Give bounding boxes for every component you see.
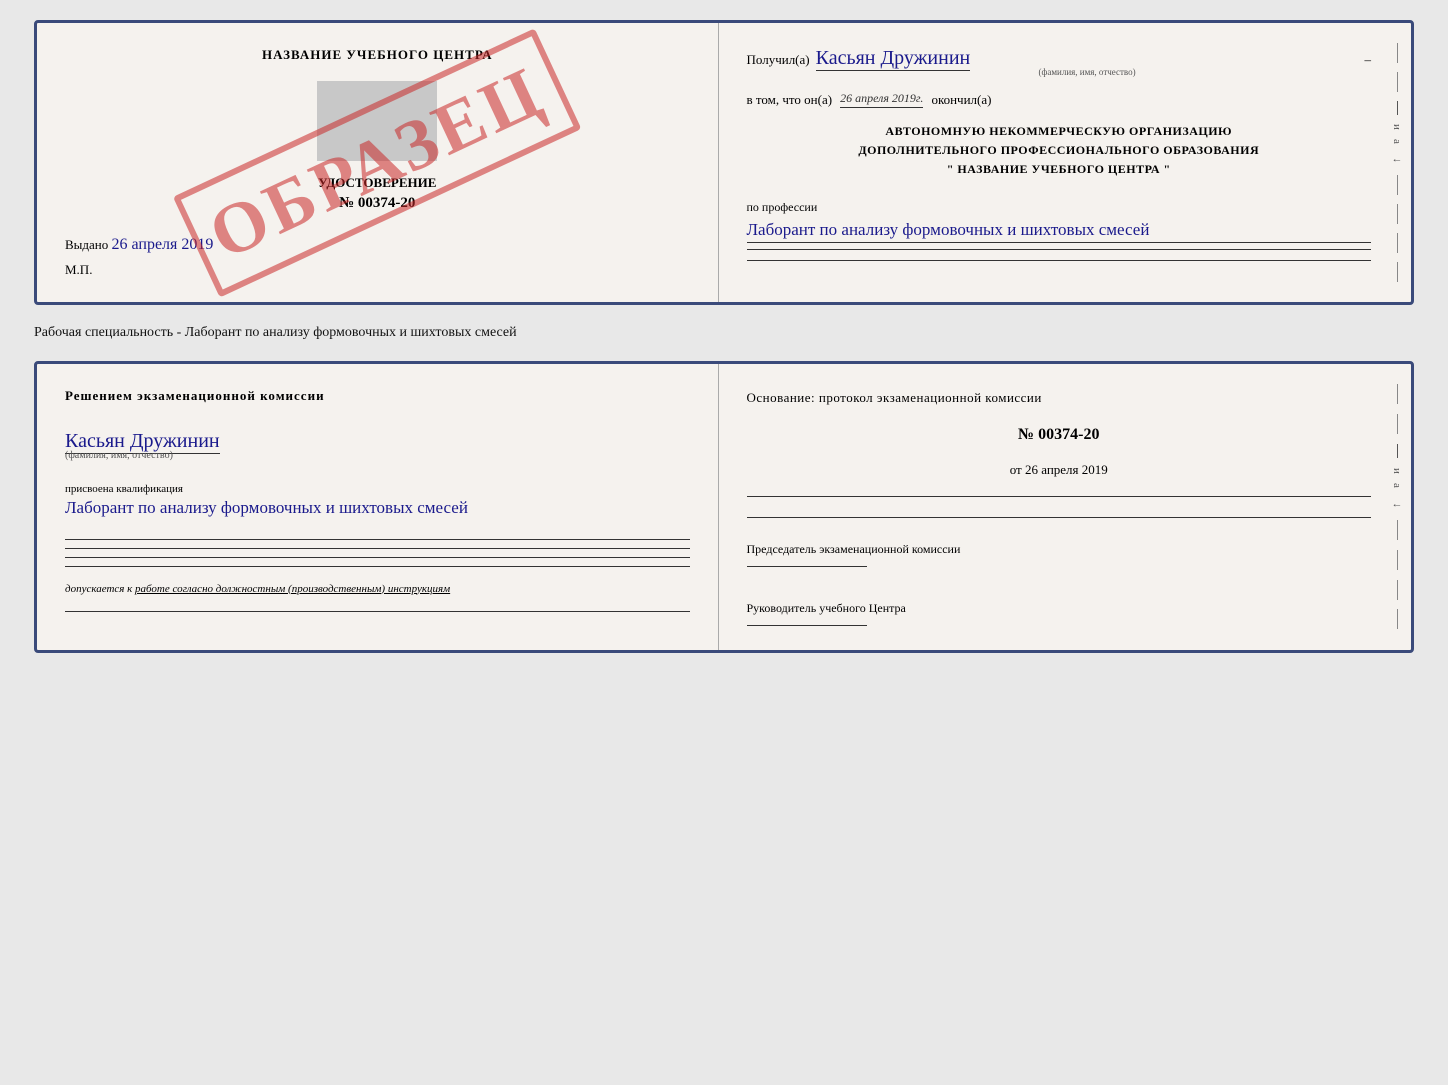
допуск-text: допускается к работе согласно должностны…: [65, 583, 690, 595]
edge-line: [1397, 43, 1398, 63]
issued-date: 26 апреля 2019: [112, 236, 214, 253]
bottom-name-caption: (фамилия, имя, отчество): [65, 450, 690, 461]
page-container: НАЗВАНИЕ УЧЕБНОГО ЦЕНТРА УДОСТОВЕРЕНИЕ №…: [34, 20, 1414, 653]
edge-line: [1397, 444, 1398, 458]
edge-line: [1397, 101, 1398, 115]
head-signature-line: [747, 625, 867, 626]
cert-title: НАЗВАНИЕ УЧЕБНОГО ЦЕНТРА: [262, 47, 493, 63]
edge-text-и2: и: [1391, 468, 1403, 474]
edge-text-и: и: [1391, 124, 1403, 130]
head-section: Руководитель учебного Центра: [747, 599, 1372, 626]
top-doc-right: Получил(а) Касьян Дружинин (фамилия, имя…: [719, 23, 1412, 302]
cert-label: УДОСТОВЕРЕНИЕ: [318, 175, 436, 191]
bottom-lines: [65, 539, 690, 567]
bottom-right-edge-decoration: и а ←: [1383, 364, 1411, 650]
date-row: в том, что он(а) 26 апреля 2019г. окончи…: [747, 91, 1372, 108]
date-value: 26 апреля 2019г.: [840, 91, 923, 108]
received-label: Получил(а): [747, 52, 810, 68]
edge-line: [1397, 175, 1398, 195]
profession-value: Лаборант по анализу формовочных и шихтов…: [747, 217, 1372, 244]
photo-placeholder: [317, 81, 437, 161]
chairman-label: Председатель экзаменационной комиссии: [747, 540, 1372, 558]
finished-label: окончил(а): [931, 92, 991, 108]
edge-line: [1397, 384, 1398, 404]
protocol-date-value: 26 апреля 2019: [1025, 462, 1108, 477]
received-name-block: Касьян Дружинин (фамилия, имя, отчество): [816, 47, 1359, 77]
edge-line: [1397, 262, 1398, 282]
date-label: в том, что он(а): [747, 92, 833, 108]
date-prefix: от: [1010, 462, 1022, 477]
org-block: АВТОНОМНУЮ НЕКОММЕРЧЕСКУЮ ОРГАНИЗАЦИЮ ДО…: [747, 122, 1372, 180]
mp-label: М.П.: [65, 262, 92, 278]
edge-arrow2: ←: [1392, 498, 1403, 510]
допуск-value: работе согласно должностным (производств…: [135, 583, 450, 595]
edge-line: [1397, 520, 1398, 540]
profession-block: по профессии Лаборант по анализу формово…: [747, 200, 1372, 262]
edge-line: [1397, 72, 1398, 92]
profession-label: по профессии: [747, 200, 1372, 215]
received-row: Получил(а) Касьян Дружинин (фамилия, имя…: [747, 47, 1372, 77]
head-label: Руководитель учебного Центра: [747, 599, 1372, 617]
qualification-block: присвоена квалификация Лаборант по анали…: [65, 483, 690, 521]
protocol-date: от 26 апреля 2019: [747, 462, 1372, 478]
edge-text-а: а: [1391, 139, 1403, 144]
edge-line: [1397, 233, 1398, 253]
specialty-text: Рабочая специальность - Лаборант по анал…: [34, 321, 1414, 345]
protocol-number: № 00374-20: [747, 426, 1372, 444]
commission-title: Решением экзаменационной комиссии: [65, 388, 690, 404]
top-document: НАЗВАНИЕ УЧЕБНОГО ЦЕНТРА УДОСТОВЕРЕНИЕ №…: [34, 20, 1414, 305]
org-line1: АВТОНОМНУЮ НЕКОММЕРЧЕСКУЮ ОРГАНИЗАЦИЮ: [747, 122, 1372, 141]
cert-issued: Выдано 26 апреля 2019: [65, 236, 213, 254]
edge-arrow: ←: [1392, 153, 1403, 165]
edge-line: [1397, 550, 1398, 570]
issued-label: Выдано: [65, 237, 108, 252]
top-doc-left: НАЗВАНИЕ УЧЕБНОГО ЦЕНТРА УДОСТОВЕРЕНИЕ №…: [37, 23, 719, 302]
edge-line: [1397, 609, 1398, 629]
right-edge-decoration: и а ←: [1383, 23, 1411, 302]
bottom-doc-right: Основание: протокол экзаменационной коми…: [719, 364, 1412, 650]
edge-line: [1397, 204, 1398, 224]
watermark: ОБРАЗЕЦ: [173, 28, 581, 297]
dash: –: [1365, 52, 1372, 68]
bottom-doc-left: Решением экзаменационной комиссии Касьян…: [37, 364, 719, 650]
cert-number: № 00374-20: [339, 195, 415, 212]
chairman-section: Председатель экзаменационной комиссии: [747, 540, 1372, 567]
org-line3: " НАЗВАНИЕ УЧЕБНОГО ЦЕНТРА ": [747, 160, 1372, 179]
qualification-value: Лаборант по анализу формовочных и шихтов…: [65, 498, 468, 517]
edge-text-а2: а: [1391, 483, 1403, 488]
chairman-signature-line: [747, 566, 867, 567]
qualification-label: присвоена квалификация: [65, 483, 690, 495]
edge-line: [1397, 580, 1398, 600]
received-name: Касьян Дружинин: [816, 47, 971, 71]
basis-label: Основание: протокол экзаменационной коми…: [747, 388, 1372, 408]
bottom-name-block: Касьян Дружинин (фамилия, имя, отчество): [65, 424, 690, 461]
bottom-document: Решением экзаменационной комиссии Касьян…: [34, 361, 1414, 653]
допуск-label: допускается к: [65, 583, 132, 595]
edge-line: [1397, 414, 1398, 434]
org-line2: ДОПОЛНИТЕЛЬНОГО ПРОФЕССИОНАЛЬНОГО ОБРАЗО…: [747, 141, 1372, 160]
